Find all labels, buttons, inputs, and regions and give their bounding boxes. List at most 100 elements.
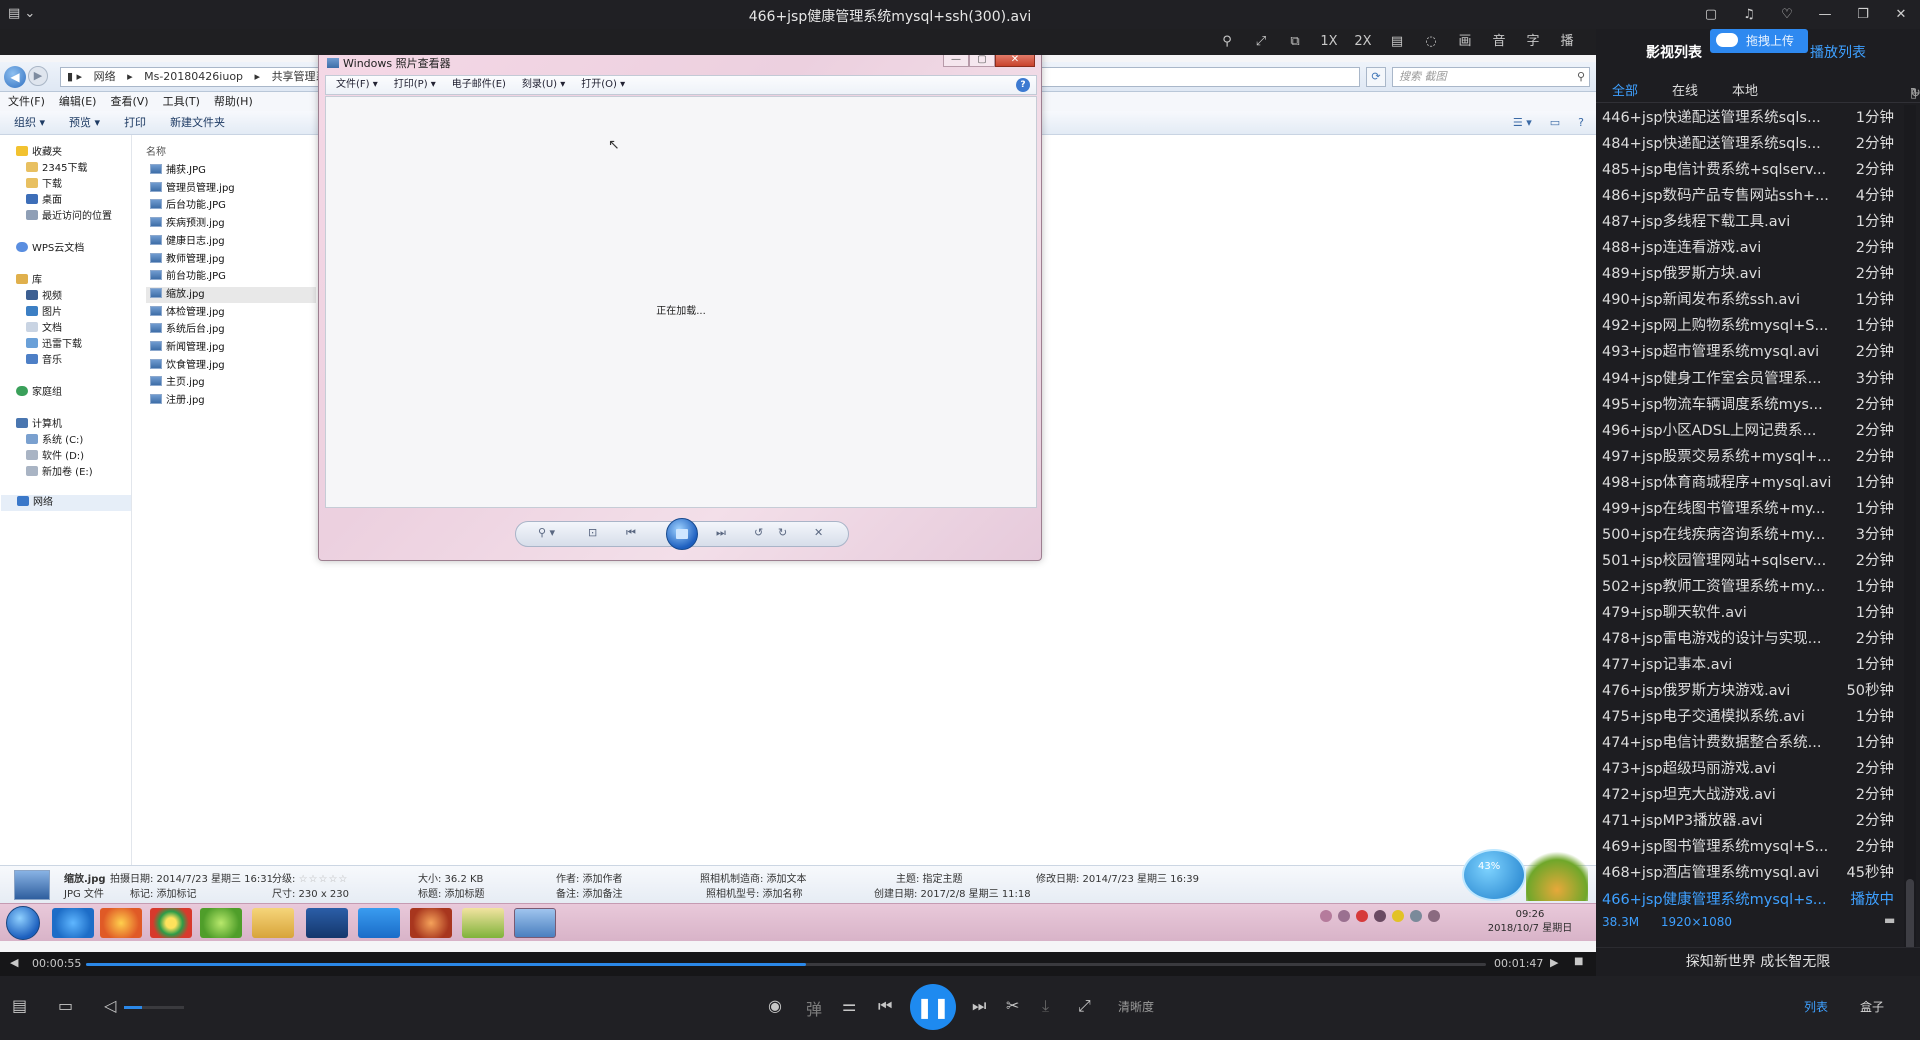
bell-icon[interactable]: ♫	[1730, 0, 1768, 29]
refresh-icon[interactable]: ⟳	[1366, 67, 1386, 87]
taskbar-clock[interactable]: 09:26 2018/10/7 星期日	[1480, 908, 1580, 936]
preview-pane-icon[interactable]: ▭	[1550, 111, 1560, 135]
app-icon[interactable]	[200, 908, 242, 938]
tree-fav-item[interactable]: 最近访问的位置	[26, 209, 112, 225]
tree-network[interactable]: 网络	[1, 495, 131, 511]
app-icon[interactable]	[410, 908, 452, 938]
playlist-item[interactable]: 477+jsp记事本.avi 1分钟	[1596, 652, 1902, 678]
volume-icon[interactable]: ◁	[104, 996, 116, 1015]
file-item[interactable]: 缩放.jpg	[146, 286, 316, 303]
pv-menu-open[interactable]: 打开(O) ▾	[581, 76, 625, 94]
tree-fav-item[interactable]: 2345下载	[26, 161, 87, 177]
upload-button[interactable]: 拖拽上传	[1710, 29, 1808, 53]
file-item[interactable]: 饮食管理.jpg	[146, 358, 316, 374]
back-icon[interactable]: ◀	[4, 66, 26, 88]
equalizer-icon[interactable]: ⚌	[842, 996, 856, 1015]
skin-icon[interactable]: ♡	[1768, 0, 1806, 29]
view-options-icon[interactable]: ☰ ▾	[1513, 111, 1532, 135]
playlist-item[interactable]: 484+jsp快递配送管理系统sqls... 2分钟	[1596, 131, 1902, 157]
refresh-icon[interactable]: ↻	[1910, 86, 1920, 101]
new-folder-button[interactable]: 新建文件夹	[170, 111, 225, 134]
playlist-item[interactable]: 501+jsp校园管理网站+sqlserv... 2分钟	[1596, 548, 1902, 574]
pause-button[interactable]: ❚❚	[910, 984, 956, 1030]
detail-title[interactable]: 标题: 添加标题	[418, 885, 485, 900]
detail-camera-maker[interactable]: 照相机制造商: 添加文本	[700, 870, 807, 885]
app-icon[interactable]	[306, 908, 348, 938]
tree-fav-item[interactable]: 桌面	[26, 193, 62, 209]
pv-menu-print[interactable]: 打印(P) ▾	[394, 76, 436, 94]
file-item[interactable]: 健康日志.jpg	[146, 234, 316, 250]
screenshot-icon[interactable]: ⧉	[1278, 33, 1312, 51]
menu-file[interactable]: 文件(F)	[8, 92, 45, 111]
ie-browser-icon[interactable]	[52, 908, 94, 938]
playlist-item[interactable]: 498+jsp体育商城程序+mysql.avi 1分钟	[1596, 470, 1902, 496]
chrome-icon[interactable]	[150, 908, 192, 938]
search-input[interactable]: 搜索 截图 ⚲	[1392, 67, 1590, 87]
tree-homegroup[interactable]: 家庭组	[16, 385, 62, 401]
file-item[interactable]: 管理员管理.jpg	[146, 181, 316, 197]
next-icon[interactable]: ⏭	[972, 996, 986, 1016]
tree-lib-item[interactable]: 视频	[26, 289, 62, 305]
previous-icon[interactable]: ⏮	[878, 996, 892, 1016]
start-button-icon[interactable]	[6, 906, 40, 940]
fullscreen-icon[interactable]: ⤢	[1244, 33, 1278, 51]
playlist-item[interactable]: 492+jsp网上购物系统mysql+S... 1分钟	[1596, 313, 1902, 339]
breadcrumb-item[interactable]: Ms-20180426iuop	[144, 70, 243, 83]
slideshow-button[interactable]	[666, 518, 698, 550]
audio-button[interactable]: 音	[1482, 33, 1516, 51]
file-item[interactable]: 新闻管理.jpg	[146, 340, 316, 356]
tree-favorites[interactable]: 收藏夹	[16, 145, 62, 161]
playlist-item[interactable]: 489+jsp俄罗斯方块.avi 2分钟	[1596, 261, 1902, 287]
detail-rating[interactable]: 分级: ☆☆☆☆☆	[272, 870, 348, 885]
rotate-right-icon[interactable]: ↻	[778, 526, 787, 539]
volume-icon[interactable]	[1428, 910, 1440, 922]
wps-icon[interactable]	[358, 908, 400, 938]
layout-icon[interactable]: ▤	[1380, 33, 1414, 51]
print-button[interactable]: 打印	[124, 111, 146, 134]
playlist-item[interactable]: 502+jsp教师工资管理系统+my... 1分钟	[1596, 574, 1902, 600]
file-item[interactable]: 捕获.JPG	[146, 163, 316, 179]
maximize-icon[interactable]: ❐	[1844, 0, 1882, 29]
danmu-button[interactable]: 弹	[806, 996, 822, 1020]
library-icon[interactable]: ▤	[12, 996, 27, 1015]
breadcrumb-item[interactable]: 网络	[94, 70, 116, 83]
playlist-item[interactable]: 476+jsp俄罗斯方块游戏.avi 50秒钟	[1596, 678, 1902, 704]
file-item[interactable]: 体检管理.jpg	[146, 305, 316, 321]
file-item[interactable]: 后台功能.JPG	[146, 198, 316, 214]
pin-icon[interactable]: ⚲	[1210, 33, 1244, 51]
tab-online[interactable]: 在线	[1672, 80, 1698, 99]
expand-icon[interactable]: ⤢	[1078, 996, 1091, 1016]
detail-author[interactable]: 作者: 添加作者	[556, 870, 623, 885]
help-icon[interactable]: ?	[1578, 111, 1584, 135]
step-back-icon[interactable]: ◀	[10, 956, 18, 969]
tree-drive[interactable]: 软件 (D:)	[26, 449, 84, 465]
playlist-item[interactable]: 475+jsp电子交通模拟系统.avi 1分钟	[1596, 704, 1902, 730]
file-item[interactable]: 注册.jpg	[146, 393, 316, 409]
cut-icon[interactable]: ✂	[1006, 996, 1019, 1015]
desktop-widget[interactable]: 43%	[1456, 845, 1592, 903]
tree-drive[interactable]: 系统 (C:)	[26, 433, 83, 449]
subtitle-button[interactable]: 字	[1516, 33, 1550, 51]
zoom-icon[interactable]: ⚲ ▾	[538, 526, 555, 539]
detail-subject[interactable]: 主题: 指定主题	[896, 870, 963, 885]
app-icon[interactable]	[462, 908, 504, 938]
playlist-item[interactable]: 473+jsp超级玛丽游戏.avi 2分钟	[1596, 756, 1902, 782]
file-item[interactable]: 疾病预测.jpg	[146, 216, 316, 232]
photo-viewer-taskbar-icon[interactable]	[514, 908, 556, 938]
playlist-item[interactable]: 499+jsp在线图书管理系统+my... 1分钟	[1596, 496, 1902, 522]
stop-icon[interactable]: ■	[1574, 956, 1583, 967]
video-area[interactable]: ◀ ▶ ▮ ▸ 网络 ▸ Ms-20180426iuop ▸ 共享管理系统 ▸ …	[0, 55, 1596, 952]
playlist-item[interactable]: 468+jsp酒店管理系统mysql.avi 45秒钟	[1596, 860, 1902, 886]
tree-library[interactable]: 库	[16, 273, 42, 289]
playlist-footer-ad[interactable]: 探知新世界 成长智无限	[1596, 947, 1920, 976]
tree-lib-item[interactable]: 迅雷下载	[26, 337, 82, 353]
playlist-item[interactable]: 472+jsp坦克大战游戏.avi 2分钟	[1596, 782, 1902, 808]
quality-button[interactable]: 清晰度	[1118, 998, 1154, 1015]
playlist-item[interactable]: 466+jsp健康管理系统mysql+s... 播放中	[1596, 887, 1902, 913]
download-icon[interactable]: ⤓	[1042, 996, 1049, 1016]
tray-icon[interactable]	[1338, 910, 1350, 922]
pv-menu-email[interactable]: 电子邮件(E)	[452, 76, 506, 94]
tree-drive[interactable]: 新加卷 (E:)	[26, 465, 93, 481]
tree-fav-item[interactable]: 下载	[26, 177, 62, 193]
app-icon[interactable]	[100, 908, 142, 938]
